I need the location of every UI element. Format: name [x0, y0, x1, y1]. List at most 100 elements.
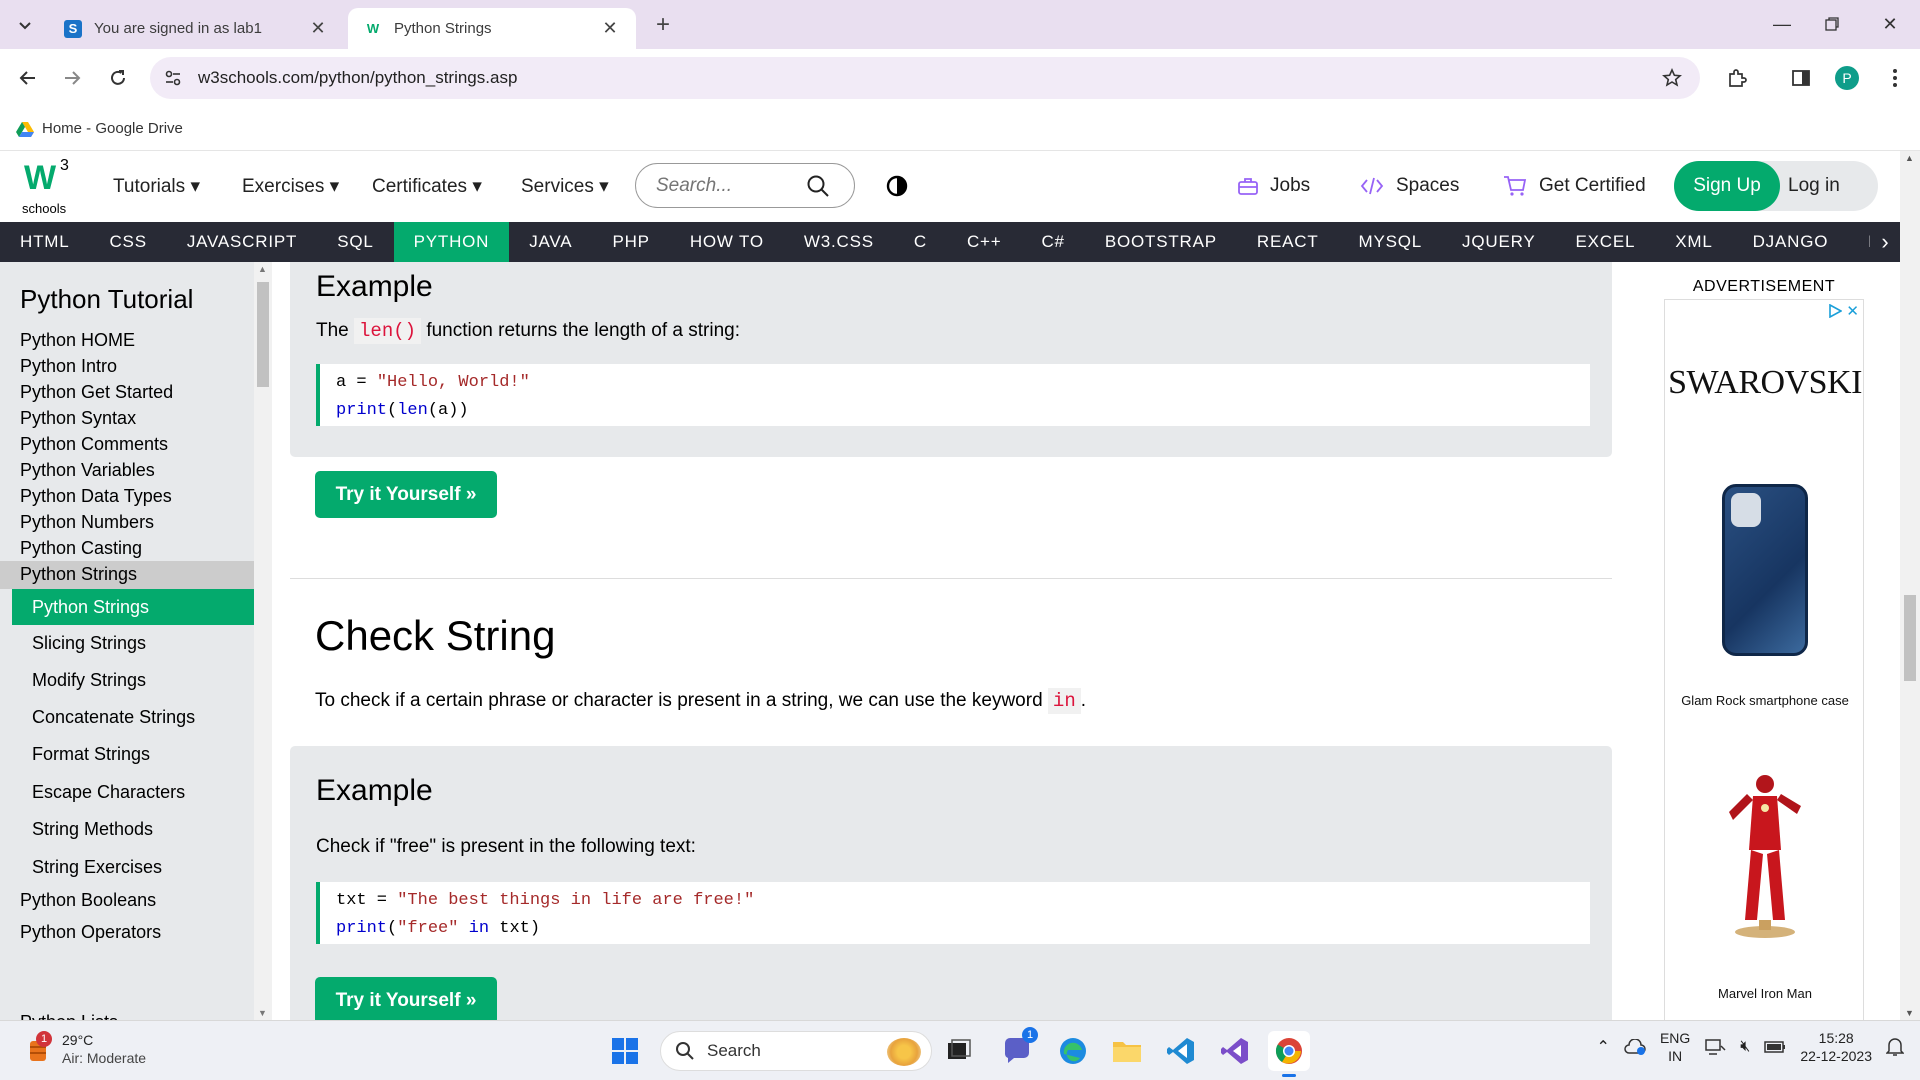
onedrive-icon[interactable] [1624, 1039, 1646, 1055]
search-input[interactable] [656, 174, 806, 197]
topnav-csharp[interactable]: C# [1021, 222, 1084, 262]
menu-certificates[interactable]: Certificates ▾ [372, 175, 482, 198]
browser-menu-button[interactable] [1880, 63, 1910, 93]
topnav-jquery[interactable]: JQUERY [1442, 222, 1555, 262]
spaces-link[interactable]: Spaces [1360, 175, 1459, 197]
language-indicator[interactable]: ENG IN [1660, 1029, 1690, 1065]
vscode-button[interactable] [1160, 1031, 1202, 1071]
sidebar-sub-escape[interactable]: Escape Characters [12, 774, 254, 805]
close-window-button[interactable]: ✕ [1870, 10, 1910, 38]
sidebar-item-home[interactable]: Python HOME [0, 330, 254, 351]
topnav-sql[interactable]: SQL [317, 222, 393, 262]
new-tab-button[interactable]: + [650, 11, 676, 38]
menu-exercises[interactable]: Exercises ▾ [242, 175, 339, 198]
browser-tab-python-strings[interactable]: W Python Strings ✕ [348, 8, 636, 49]
topnav-bootstrap[interactable]: BOOTSTRAP [1085, 222, 1237, 262]
w3schools-logo[interactable]: W 3 schools [22, 157, 78, 216]
edge-button[interactable] [1052, 1031, 1094, 1071]
scroll-down-arrow-icon[interactable]: ▼ [258, 1008, 267, 1018]
jobs-link[interactable]: Jobs [1238, 175, 1310, 197]
sidebar-item-operators[interactable]: Python Operators [0, 922, 254, 943]
reload-button[interactable] [102, 62, 134, 94]
notifications-icon[interactable] [1886, 1037, 1904, 1057]
chrome-button[interactable] [1268, 1031, 1310, 1077]
sidebar-item-variables[interactable]: Python Variables [0, 460, 254, 481]
get-certified-link[interactable]: Get Certified [1503, 175, 1646, 197]
sidebar-item-comments[interactable]: Python Comments [0, 434, 254, 455]
page-scroll-thumb[interactable] [1904, 595, 1916, 681]
try-it-yourself-button[interactable]: Try it Yourself » [315, 977, 497, 1020]
volume-muted-icon[interactable]: 🔇︎ [1740, 1038, 1750, 1056]
topnav-excel[interactable]: EXCEL [1556, 222, 1656, 262]
page-scrollbar[interactable]: ▲ ▼ [1900, 151, 1920, 1020]
profile-avatar[interactable]: P [1832, 63, 1862, 93]
sidebar-section-strings[interactable]: Python Strings [0, 561, 254, 589]
topnav-react[interactable]: REACT [1237, 222, 1339, 262]
visual-studio-button[interactable] [1214, 1031, 1256, 1071]
topnav-howto[interactable]: HOW TO [670, 222, 784, 262]
topnav-w3css[interactable]: W3.CSS [784, 222, 894, 262]
menu-tutorials[interactable]: Tutorials ▾ [113, 175, 200, 198]
topnav-html[interactable]: HTML [0, 222, 89, 262]
sidebar-item-lists[interactable]: Python Lists [0, 1012, 254, 1020]
adchoices-icon[interactable]: ✕ [1828, 302, 1859, 320]
sidebar-sub-modify[interactable]: Modify Strings [12, 662, 254, 693]
sidebar-item-numbers[interactable]: Python Numbers [0, 512, 254, 533]
sidebar-item-casting[interactable]: Python Casting [0, 538, 254, 559]
forward-button[interactable] [56, 62, 88, 94]
battery-icon[interactable] [1764, 1040, 1786, 1054]
close-tab-icon[interactable]: ✕ [308, 18, 328, 39]
teams-chat-button[interactable]: 1 [996, 1027, 1038, 1071]
topnav-xml[interactable]: XML [1655, 222, 1732, 262]
address-bar[interactable]: w3schools.com/python/python_strings.asp [150, 57, 1700, 99]
sidebar-sub-concatenate[interactable]: Concatenate Strings [12, 699, 254, 730]
try-it-yourself-button[interactable]: Try it Yourself » [315, 471, 497, 518]
topnav-mysql[interactable]: MYSQL [1339, 222, 1443, 262]
topnav-java[interactable]: JAVA [509, 222, 592, 262]
extensions-button[interactable] [1722, 63, 1752, 93]
weather-widget[interactable]: 1 29°C Air: Moderate [24, 1031, 146, 1067]
bookmark-google-drive[interactable]: Home - Google Drive [16, 120, 183, 137]
minimize-button[interactable]: — [1762, 10, 1802, 38]
close-tab-icon[interactable]: ✕ [600, 18, 620, 39]
tab-search-button[interactable] [12, 12, 38, 38]
ad-close-icon[interactable]: ✕ [1846, 302, 1859, 320]
scroll-down-arrow-icon[interactable]: ▼ [1905, 1008, 1914, 1018]
clock[interactable]: 15:28 22-12-2023 [1800, 1029, 1872, 1065]
side-panel-button[interactable] [1786, 63, 1816, 93]
restore-button[interactable] [1812, 10, 1852, 38]
topnav-django[interactable]: DJANGO [1733, 222, 1849, 262]
sidebar-item-get-started[interactable]: Python Get Started [0, 382, 254, 403]
taskbar-search[interactable]: Search [660, 1031, 932, 1071]
topnav-css[interactable]: CSS [89, 222, 166, 262]
site-info-icon[interactable] [164, 69, 182, 87]
file-explorer-button[interactable] [1106, 1031, 1148, 1071]
bookmark-star-icon[interactable] [1662, 68, 1682, 88]
sidebar-sub-methods[interactable]: String Methods [12, 811, 254, 842]
topnav-c[interactable]: C [894, 222, 947, 262]
sidebar-item-syntax[interactable]: Python Syntax [0, 408, 254, 429]
topnav-php[interactable]: PHP [592, 222, 669, 262]
browser-tab-signed-in[interactable]: S You are signed in as lab1 ✕ [48, 8, 344, 49]
task-view-button[interactable] [938, 1031, 980, 1071]
sidebar-sub-exercises[interactable]: String Exercises [12, 849, 254, 880]
sidebar-scroll-thumb[interactable] [257, 282, 269, 387]
sidebar-scrollbar[interactable]: ▲ ▼ [254, 262, 272, 1020]
sidebar-sub-slicing[interactable]: Slicing Strings [12, 625, 254, 656]
scroll-up-arrow-icon[interactable]: ▲ [258, 264, 267, 274]
sidebar-item-data-types[interactable]: Python Data Types [0, 486, 254, 507]
topnav-scroll-right-icon[interactable]: › [1870, 222, 1900, 262]
start-button[interactable] [604, 1031, 646, 1071]
sidebar-sub-format[interactable]: Format Strings [12, 736, 254, 767]
scroll-up-arrow-icon[interactable]: ▲ [1905, 153, 1914, 163]
log-in-button[interactable]: Log in [1788, 161, 1872, 211]
ad-banner[interactable]: ✕ SWAROVSKI Glam Rock smartphone case Ma… [1664, 299, 1864, 1029]
sidebar-sub-python-strings[interactable]: Python Strings [12, 589, 254, 625]
menu-services[interactable]: Services ▾ [521, 175, 609, 198]
dark-mode-toggle[interactable] [886, 175, 908, 197]
back-button[interactable] [12, 62, 44, 94]
topnav-javascript[interactable]: JAVASCRIPT [167, 222, 317, 262]
sidebar-item-booleans[interactable]: Python Booleans [0, 890, 254, 911]
sidebar-item-intro[interactable]: Python Intro [0, 356, 254, 377]
network-icon[interactable] [1704, 1038, 1726, 1056]
